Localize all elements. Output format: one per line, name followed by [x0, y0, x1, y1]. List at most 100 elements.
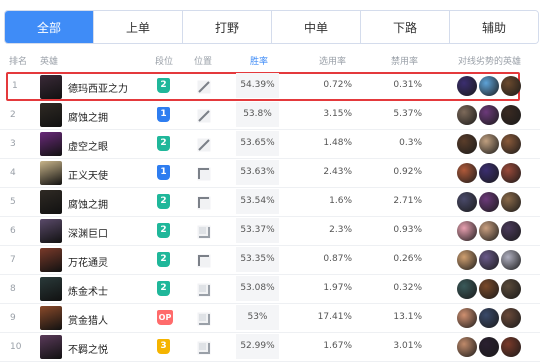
hero-avatar[interactable]	[40, 219, 62, 243]
counter-hero-avatar[interactable]	[457, 105, 477, 125]
ban-rate: 0.93%	[393, 225, 422, 235]
table-row[interactable]: 2 腐蚀之拥 1 53.8% 3.15% 5.37%	[0, 101, 540, 130]
tab-1[interactable]: 上单	[93, 11, 182, 43]
counter-hero-avatar[interactable]	[457, 279, 477, 299]
counter-hero-avatar[interactable]	[457, 163, 477, 183]
counter-hero-avatar[interactable]	[479, 192, 499, 212]
win-rate: 53.08%	[240, 283, 275, 293]
counter-hero-avatar[interactable]	[479, 250, 499, 270]
counter-hero-avatar[interactable]	[501, 250, 521, 270]
tab-4[interactable]: 下路	[360, 11, 449, 43]
table-row[interactable]: 6 深渊巨口 2 53.37% 2.3% 0.93%	[0, 217, 540, 246]
counter-heroes	[457, 221, 521, 241]
tier-badge: OP	[157, 310, 173, 325]
counter-hero-avatar[interactable]	[479, 163, 499, 183]
hero-name[interactable]: 炼金术士	[68, 283, 108, 298]
ban-rate: 13.1%	[393, 312, 422, 322]
position-icon	[197, 79, 211, 94]
ban-rate: 0.32%	[393, 283, 422, 293]
counter-heroes	[457, 279, 521, 299]
header-tier[interactable]: 段位	[155, 54, 173, 67]
table-row[interactable]: 9 赏金猎人 OP 53% 17.41% 13.1%	[0, 304, 540, 333]
table-row[interactable]: 3 虚空之眼 2 53.65% 1.48% 0.3%	[0, 130, 540, 159]
hero-name[interactable]: 德玛西亚之力	[68, 80, 128, 95]
counter-hero-avatar[interactable]	[457, 308, 477, 328]
tier-badge: 1	[157, 165, 170, 180]
hero-name[interactable]: 腐蚀之拥	[68, 109, 108, 124]
counter-hero-avatar[interactable]	[457, 221, 477, 241]
tab-0[interactable]: 全部	[5, 11, 93, 43]
hero-avatar[interactable]	[40, 306, 62, 330]
counter-hero-avatar[interactable]	[479, 279, 499, 299]
table-row[interactable]: 4 正义天使 1 53.63% 2.43% 0.92%	[0, 159, 540, 188]
counter-hero-avatar[interactable]	[457, 134, 477, 154]
hero-avatar[interactable]	[40, 335, 62, 359]
win-rate: 53.8%	[243, 109, 272, 119]
counter-hero-avatar[interactable]	[479, 308, 499, 328]
counter-hero-avatar[interactable]	[501, 337, 521, 357]
counter-hero-avatar[interactable]	[457, 192, 477, 212]
hero-name[interactable]: 虚空之眼	[68, 138, 108, 153]
position-icon	[197, 340, 211, 355]
hero-avatar[interactable]	[40, 132, 62, 156]
hero-avatar[interactable]	[40, 190, 62, 214]
table-row[interactable]: 7 万花通灵 2 53.35% 0.87% 0.26%	[0, 246, 540, 275]
hero-name[interactable]: 腐蚀之拥	[68, 196, 108, 211]
hero-name[interactable]: 正义天使	[68, 167, 108, 182]
tab-5[interactable]: 辅助	[449, 11, 538, 43]
ban-rate: 0.31%	[393, 80, 422, 90]
counter-hero-avatar[interactable]	[479, 105, 499, 125]
pick-rate: 1.97%	[323, 283, 352, 293]
counter-hero-avatar[interactable]	[479, 134, 499, 154]
ban-rate: 0.92%	[393, 167, 422, 177]
position-icon	[197, 282, 211, 297]
counter-hero-avatar[interactable]	[479, 337, 499, 357]
counter-heroes	[457, 250, 521, 270]
counter-hero-avatar[interactable]	[501, 134, 521, 154]
counter-heroes	[457, 76, 521, 96]
counter-hero-avatar[interactable]	[501, 279, 521, 299]
counter-hero-avatar[interactable]	[501, 76, 521, 96]
counter-hero-avatar[interactable]	[501, 192, 521, 212]
win-rate: 53.37%	[240, 225, 275, 235]
hero-name[interactable]: 深渊巨口	[68, 225, 108, 240]
header-rank: 排名	[9, 57, 28, 67]
rank-number: 10	[10, 342, 22, 352]
counter-hero-avatar[interactable]	[501, 308, 521, 328]
position-icon	[197, 224, 211, 239]
win-rate: 54.39%	[240, 80, 275, 90]
table-row[interactable]: 10 不羁之悦 3 52.99% 1.67% 3.01%	[0, 333, 540, 362]
ban-rate: 5.37%	[393, 109, 422, 119]
counter-hero-avatar[interactable]	[479, 76, 499, 96]
header-position: 位置	[194, 57, 213, 67]
header-ban-rate[interactable]: 禁用率	[391, 54, 418, 67]
hero-avatar[interactable]	[40, 277, 62, 301]
counter-hero-avatar[interactable]	[501, 163, 521, 183]
counter-hero-avatar[interactable]	[457, 250, 477, 270]
tier-badge: 2	[157, 78, 170, 93]
hero-avatar[interactable]	[40, 103, 62, 127]
counter-hero-avatar[interactable]	[501, 221, 521, 241]
win-rate: 52.99%	[240, 341, 275, 351]
hero-avatar[interactable]	[40, 75, 62, 99]
hero-avatar[interactable]	[40, 161, 62, 185]
rank-number: 9	[10, 313, 16, 323]
counter-hero-avatar[interactable]	[501, 105, 521, 125]
table-row[interactable]: 8 炼金术士 2 53.08% 1.97% 0.32%	[0, 275, 540, 304]
table-row[interactable]: 1 德玛西亚之力 2 54.39% 0.72% 0.31%	[6, 72, 521, 101]
tab-2[interactable]: 打野	[182, 11, 271, 43]
hero-name[interactable]: 不羁之悦	[68, 341, 108, 356]
tab-3[interactable]: 中单	[271, 11, 360, 43]
header-pick-rate[interactable]: 选用率	[319, 54, 346, 67]
counter-heroes	[457, 105, 521, 125]
table-row[interactable]: 5 腐蚀之拥 2 53.54% 1.6% 2.71%	[0, 188, 540, 217]
counter-hero-avatar[interactable]	[479, 221, 499, 241]
table-header: 排名 英雄 段位 位置 胜率 选用率 禁用率 对线劣势的英雄	[0, 50, 540, 70]
counter-hero-avatar[interactable]	[457, 337, 477, 357]
hero-name[interactable]: 赏金猎人	[68, 312, 108, 327]
hero-name[interactable]: 万花通灵	[68, 254, 108, 269]
counter-hero-avatar[interactable]	[457, 76, 477, 96]
position-icon	[197, 311, 211, 326]
header-win-rate[interactable]: 胜率	[250, 54, 268, 67]
hero-avatar[interactable]	[40, 248, 62, 272]
